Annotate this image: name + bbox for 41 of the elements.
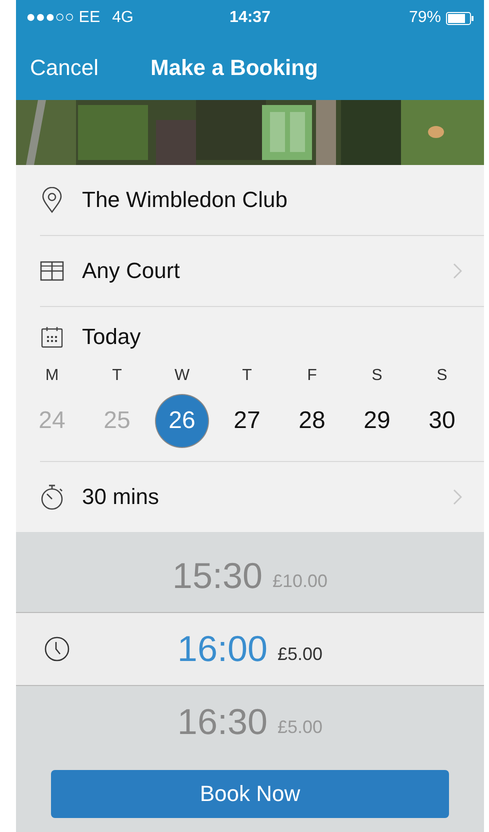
- slot-price: £5.00: [278, 644, 323, 664]
- slot-time: 16:00: [177, 628, 268, 670]
- weekday-label: T: [112, 367, 122, 385]
- battery-percent: 79%: [408, 9, 441, 27]
- date-button[interactable]: 26: [156, 395, 208, 447]
- date-label: Today: [82, 324, 142, 350]
- location-pin-icon: [40, 187, 64, 213]
- row-label: The Wimbledon Club: [82, 187, 288, 213]
- duration-label: 30 mins: [82, 484, 160, 510]
- clock-icon: [44, 636, 70, 662]
- weekday-label: F: [307, 367, 317, 385]
- date-button[interactable]: 29: [351, 395, 403, 447]
- cancel-button[interactable]: Cancel: [30, 55, 98, 81]
- stopwatch-icon: [40, 484, 64, 510]
- location-row[interactable]: The Wimbledon Club: [40, 165, 484, 236]
- slot-time: 15:30: [172, 555, 263, 597]
- weekday-label: W: [174, 367, 190, 385]
- book-now-button[interactable]: Book Now: [51, 770, 449, 818]
- row-label: Any Court: [82, 258, 181, 284]
- slot-price: £10.00: [272, 570, 328, 592]
- duration-row[interactable]: 30 mins: [40, 462, 484, 532]
- screen-title: Make a Booking: [150, 55, 318, 81]
- date-button[interactable]: 28: [286, 395, 338, 447]
- selected-time-slot[interactable]: 16:00 £5.00: [16, 612, 484, 686]
- weekday-label: S: [436, 367, 448, 385]
- grid-icon: [40, 261, 64, 281]
- network-label: 4G: [112, 9, 134, 27]
- slot-time: 16:30: [177, 701, 268, 743]
- weekday-label: T: [242, 367, 252, 385]
- slot-price: £5.00: [278, 716, 323, 738]
- status-time: 14:37: [230, 9, 270, 27]
- chevron-icon: [453, 263, 462, 279]
- date-button[interactable]: 30: [416, 395, 468, 447]
- date-button[interactable]: 27: [221, 395, 273, 447]
- calendar-icon: [40, 326, 64, 348]
- battery-icon: [446, 12, 474, 24]
- court-row[interactable]: Any Court: [40, 236, 484, 307]
- chevron-icon: [453, 489, 462, 505]
- weekday-label: S: [372, 367, 382, 385]
- weekday-label: M: [45, 367, 59, 385]
- carrier-label: ●●●○○ EE: [26, 9, 100, 27]
